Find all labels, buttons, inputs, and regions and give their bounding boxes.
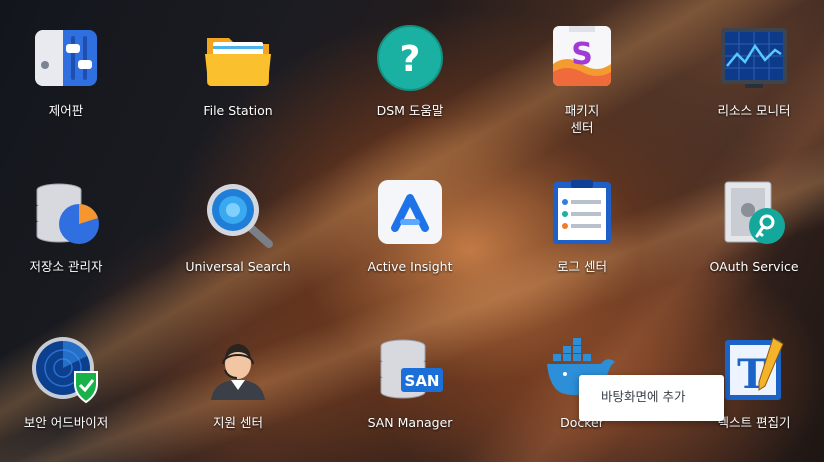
- app-control-panel[interactable]: 제어판: [0, 24, 146, 119]
- app-label: 제어판: [48, 103, 84, 118]
- folder-icon: [203, 24, 273, 94]
- app-oauth-service[interactable]: OAuth Service: [674, 180, 824, 275]
- app-san-manager[interactable]: SAN SAN Manager: [330, 336, 490, 431]
- app-label: Active Insight: [367, 259, 453, 274]
- app-security-advisor[interactable]: 보안 어드바이저: [0, 336, 146, 431]
- app-storage-manager[interactable]: 저장소 관리자: [0, 180, 146, 275]
- app-label: 로그 센터: [557, 259, 607, 274]
- app-label: 지원 센터: [213, 415, 263, 430]
- app-resource-monitor[interactable]: 리소스 모니터: [674, 24, 824, 119]
- app-label: File Station: [203, 103, 273, 118]
- help-icon: ?: [375, 24, 445, 94]
- package-center-icon: S: [547, 24, 617, 94]
- app-support-center[interactable]: 지원 센터: [158, 336, 318, 431]
- app-label: 패키지 센터: [564, 103, 600, 135]
- resource-monitor-icon: [719, 24, 789, 94]
- app-label: 저장소 관리자: [29, 259, 103, 274]
- app-label: 보안 어드바이저: [23, 415, 109, 430]
- svg-text:?: ?: [400, 39, 421, 80]
- control-panel-icon: [31, 24, 101, 94]
- app-label: 리소스 모니터: [717, 103, 791, 118]
- san-manager-icon: SAN: [375, 336, 445, 406]
- active-insight-icon: [375, 180, 445, 250]
- svg-text:S: S: [571, 37, 593, 72]
- app-label: SAN Manager: [367, 415, 453, 430]
- app-label: OAuth Service: [709, 259, 799, 274]
- context-menu: 바탕화면에 추가: [579, 375, 724, 421]
- log-center-icon: [547, 180, 617, 250]
- support-agent-icon: [203, 336, 273, 406]
- text-editor-icon: T: [719, 336, 789, 406]
- app-file-station[interactable]: File Station: [158, 24, 318, 119]
- app-package-center[interactable]: S 패키지 센터: [502, 24, 662, 136]
- app-universal-search[interactable]: Universal Search: [158, 180, 318, 275]
- app-active-insight[interactable]: Active Insight: [330, 180, 490, 275]
- storage-manager-icon: [31, 180, 101, 250]
- app-log-center[interactable]: 로그 센터: [502, 180, 662, 275]
- oauth-key-icon: [719, 180, 789, 250]
- app-label: DSM 도움말: [376, 103, 444, 118]
- add-to-desktop-menu-item[interactable]: 바탕화면에 추가: [579, 385, 724, 409]
- security-radar-icon: [31, 336, 101, 406]
- app-dsm-help[interactable]: ? DSM 도움말: [330, 24, 490, 119]
- svg-text:SAN: SAN: [405, 372, 440, 390]
- app-label: Universal Search: [185, 259, 291, 274]
- magnifier-icon: [203, 180, 273, 250]
